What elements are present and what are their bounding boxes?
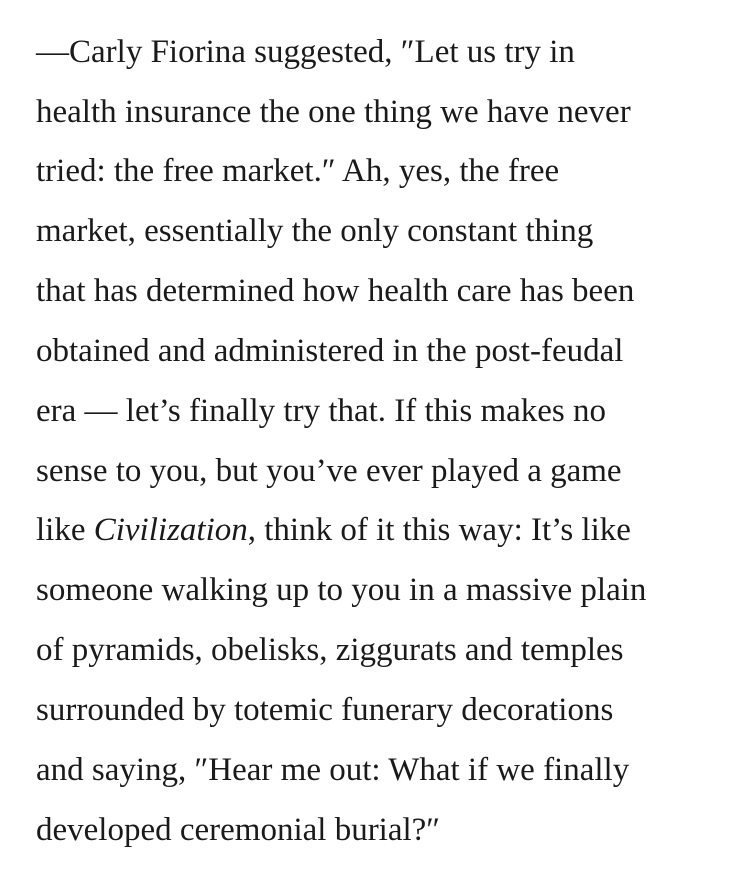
- text-line: like Civilization, think of it this way:…: [36, 510, 631, 550]
- text-line: that has determined how health care has …: [36, 273, 635, 309]
- article-text: —Carly Fiorina suggested, ″Let us try in…: [36, 0, 726, 887]
- text-line: and saying, ″Hear me out: What if we fin…: [36, 752, 630, 788]
- text-line: market, essentially the only constant th…: [36, 213, 594, 249]
- text-line: of pyramids, obelisks, ziggurats and tem…: [36, 632, 624, 668]
- text-segment: , think of it this way: It’s like: [247, 512, 631, 548]
- text-line: surrounded by totemic funerary decoratio…: [36, 692, 614, 728]
- text-segment: like: [36, 512, 94, 548]
- text-line: health insurance the one thing we have n…: [36, 94, 631, 130]
- text-line: sense to you, but you’ve ever played a g…: [36, 453, 622, 489]
- text-line: obtained and administered in the post-fe…: [36, 333, 624, 369]
- text-line: era — let’s finally try that. If this ma…: [36, 393, 607, 429]
- text-line: developed ceremonial burial?″: [36, 812, 441, 848]
- text-line: —Carly Fiorina suggested, ″Let us try in: [36, 34, 575, 70]
- text-line: tried: the free market.″ Ah, yes, the fr…: [36, 153, 560, 189]
- text-line: someone walking up to you in a massive p…: [36, 572, 647, 608]
- italic-title: Civilization: [93, 512, 248, 548]
